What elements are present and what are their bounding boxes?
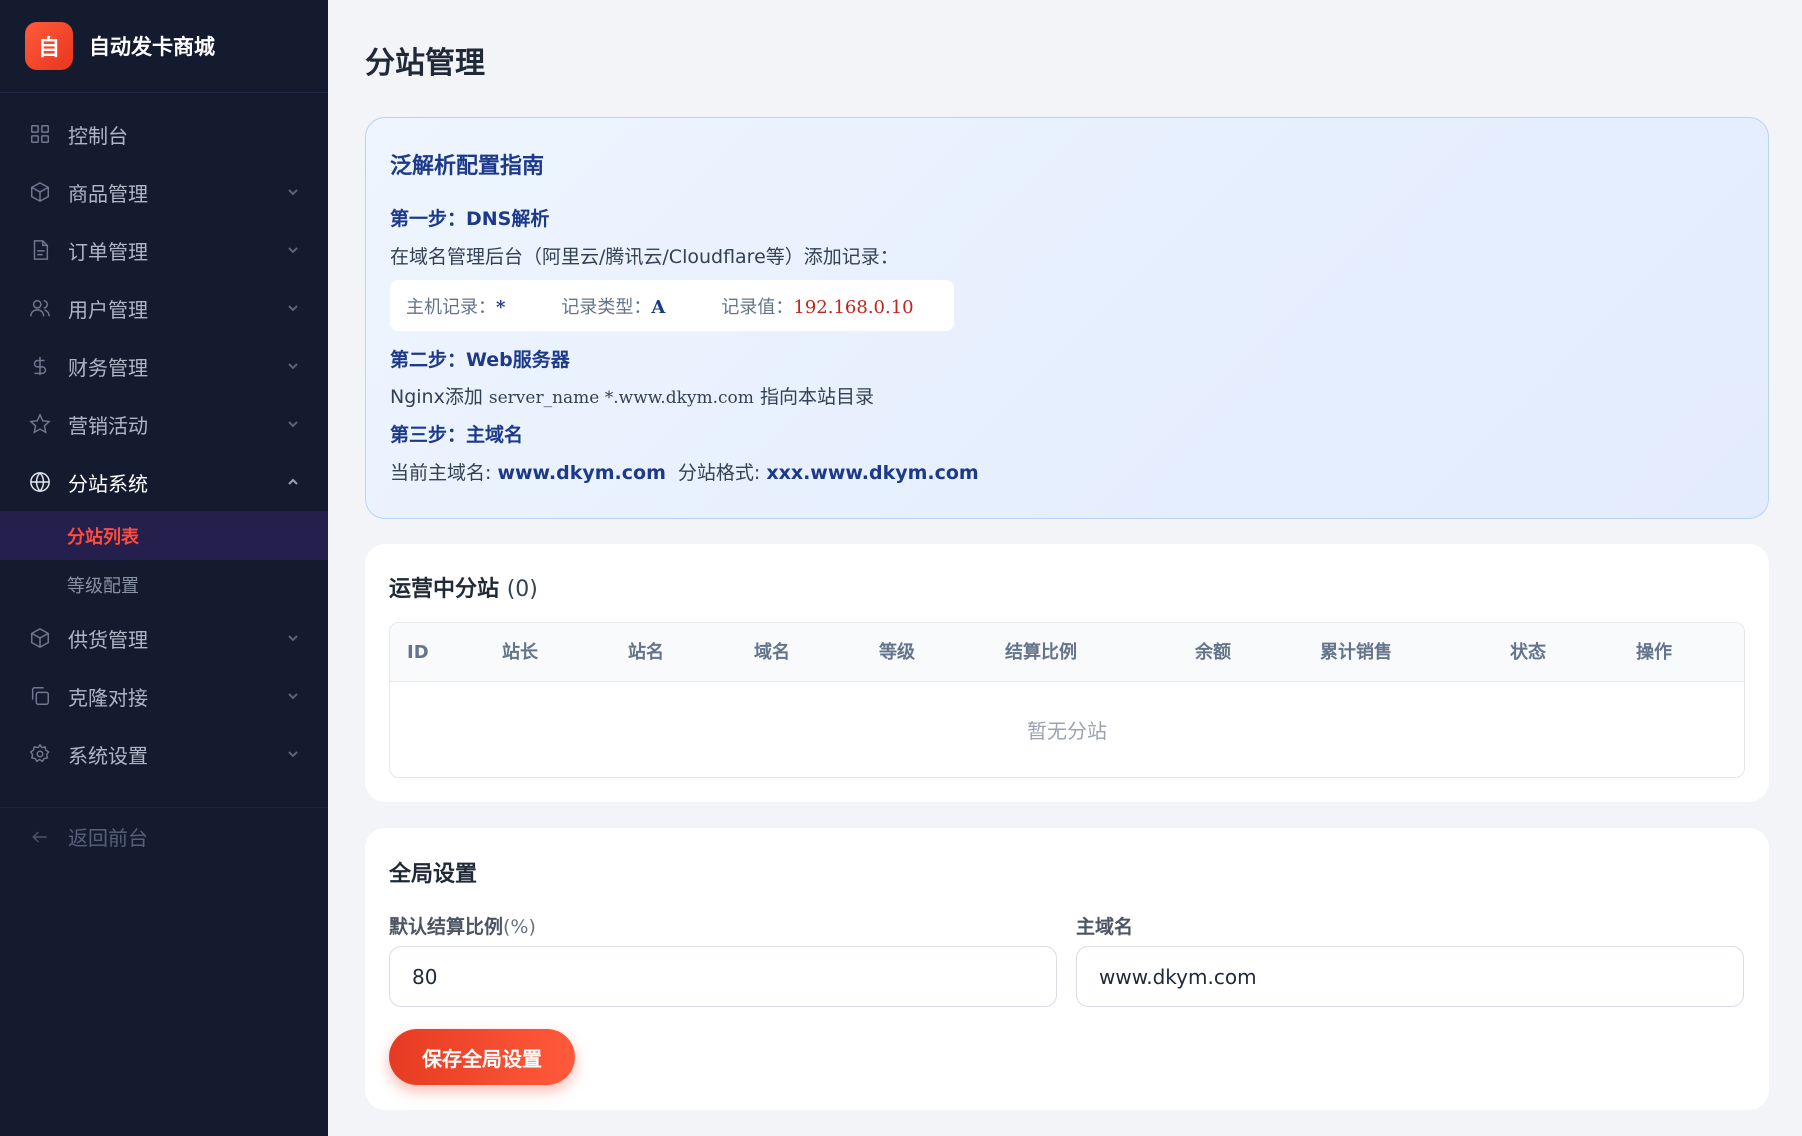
sidebar: 自 自动发卡商城 控制台 商品管理 订单管理 用户管理 财务管理 营销活动 分站… xyxy=(0,0,328,1136)
sidebar-item-substation[interactable]: 分站系统 xyxy=(0,453,328,511)
main-content: 分站管理 泛解析配置指南 第一步：DNS解析 在域名管理后台（阿里云/腾讯云/C… xyxy=(328,0,1802,1136)
chevron-down-icon xyxy=(286,359,300,373)
active-sites-card: 运营中分站 (0) ID 站长 站名 域名 等级 结算比例 余额 累计销售 状态… xyxy=(365,544,1769,802)
dashboard-icon xyxy=(28,122,52,146)
box-icon xyxy=(28,180,52,204)
sidebar-subitem-level-config[interactable]: 等级配置 xyxy=(0,560,328,609)
global-settings-title: 全局设置 xyxy=(389,862,478,887)
step2-text: Nginx添加 server_name *.www.dkym.com 指向本站目… xyxy=(390,386,874,408)
record-type-value: A xyxy=(651,296,666,318)
sites-table: ID 站长 站名 域名 等级 结算比例 余额 累计销售 状态 操作 暂无分站 xyxy=(389,622,1745,778)
column-header-actions: 操作 xyxy=(1636,642,1672,663)
step1-title: 第一步：DNS解析 xyxy=(390,208,550,230)
column-header-balance: 余额 xyxy=(1195,642,1231,663)
sidebar-item-label: 订单管理 xyxy=(68,239,148,264)
dns-record-box: 主机记录：* 记录类型：A 记录值：192.168.0.10 xyxy=(390,280,954,331)
active-sites-count: (0) xyxy=(506,577,538,602)
column-header-total-sales: 累计销售 xyxy=(1320,642,1392,663)
column-header-status: 状态 xyxy=(1510,642,1546,663)
main-domain-input[interactable] xyxy=(1076,946,1744,1007)
default-ratio-input[interactable] xyxy=(389,946,1057,1007)
record-value: 记录值：192.168.0.10 xyxy=(721,296,914,318)
globe-icon xyxy=(28,470,52,494)
main-domain-value: www.dkym.com xyxy=(497,462,666,484)
sidebar-item-products[interactable]: 商品管理 xyxy=(0,163,328,221)
step3-title: 第三步：主域名 xyxy=(390,424,524,446)
box-icon xyxy=(28,626,52,650)
brand-logo: 自 xyxy=(25,22,73,70)
sidebar-item-label: 控制台 xyxy=(68,123,128,148)
guide-title: 泛解析配置指南 xyxy=(390,154,545,179)
sidebar-item-dashboard[interactable]: 控制台 xyxy=(0,105,328,163)
column-header-settlement-ratio: 结算比例 xyxy=(1005,642,1077,663)
chevron-down-icon xyxy=(286,747,300,761)
chevron-down-icon xyxy=(286,185,300,199)
sidebar-item-clone[interactable]: 克隆对接 xyxy=(0,667,328,725)
nginx-server-name-code: server_name *.www.dkym.com xyxy=(488,388,754,408)
active-sites-title: 运营中分站 (0) xyxy=(389,577,538,602)
sidebar-item-supply[interactable]: 供货管理 xyxy=(0,609,328,667)
save-global-settings-button[interactable]: 保存全局设置 xyxy=(389,1029,575,1085)
sidebar-item-label: 用户管理 xyxy=(68,297,148,322)
column-header-owner: 站长 xyxy=(502,642,538,663)
sidebar-subitem-site-list[interactable]: 分站列表 xyxy=(0,511,328,560)
sidebar-item-label: 财务管理 xyxy=(68,355,148,380)
chevron-down-icon xyxy=(286,243,300,257)
sidebar-item-marketing[interactable]: 营销活动 xyxy=(0,395,328,453)
brand-name: 自动发卡商城 xyxy=(89,35,215,59)
host-record: 主机记录：* xyxy=(406,296,506,318)
brand[interactable]: 自 自动发卡商城 xyxy=(0,0,328,93)
document-icon xyxy=(28,238,52,262)
empty-state: 暂无分站 xyxy=(1027,719,1107,743)
record-value-ip: 192.168.0.10 xyxy=(793,296,914,318)
record-type: 记录类型：A xyxy=(561,296,666,318)
sidebar-item-label: 营销活动 xyxy=(68,413,148,438)
wildcard-dns-guide: 泛解析配置指南 第一步：DNS解析 在域名管理后台（阿里云/腾讯云/Cloudf… xyxy=(365,117,1769,519)
sidebar-item-label: 克隆对接 xyxy=(68,685,148,710)
global-settings-card: 全局设置 默认结算比例(%) 主域名 保存全局设置 xyxy=(365,828,1769,1110)
chevron-down-icon xyxy=(286,689,300,703)
sidebar-item-finance[interactable]: 财务管理 xyxy=(0,337,328,395)
table-header: ID 站长 站名 域名 等级 结算比例 余额 累计销售 状态 操作 xyxy=(390,623,1744,682)
sidebar-item-label: 系统设置 xyxy=(68,743,148,768)
star-icon xyxy=(28,412,52,436)
sidebar-item-orders[interactable]: 订单管理 xyxy=(0,221,328,279)
sidebar-item-label: 分站系统 xyxy=(68,471,148,496)
step1-text: 在域名管理后台（阿里云/腾讯云/Cloudflare等）添加记录： xyxy=(390,246,899,268)
arrow-left-icon xyxy=(28,825,52,849)
copy-icon xyxy=(28,684,52,708)
sidebar-item-label: 供货管理 xyxy=(68,627,148,652)
sidebar-item-users[interactable]: 用户管理 xyxy=(0,279,328,337)
column-header-domain: 域名 xyxy=(754,642,790,663)
host-record-value: * xyxy=(496,296,506,318)
chevron-down-icon xyxy=(286,417,300,431)
step2-title: 第二步：Web服务器 xyxy=(390,349,570,371)
gear-icon xyxy=(28,742,52,766)
chevron-up-icon xyxy=(286,475,300,489)
page-title: 分站管理 xyxy=(365,46,485,81)
sidebar-item-label: 商品管理 xyxy=(68,181,148,206)
column-header-level: 等级 xyxy=(879,642,915,663)
users-icon xyxy=(28,296,52,320)
step3-text: 当前主域名: www.dkym.com 分站格式: xxx.www.dkym.co… xyxy=(390,462,979,484)
back-to-frontend-link[interactable]: 返回前台 xyxy=(0,807,328,865)
dollar-icon xyxy=(28,354,52,378)
column-header-site-name: 站名 xyxy=(628,642,664,663)
sidebar-item-settings[interactable]: 系统设置 xyxy=(0,725,328,783)
substation-format-value: xxx.www.dkym.com xyxy=(766,462,979,484)
sidebar-nav: 控制台 商品管理 订单管理 用户管理 财务管理 营销活动 分站系统 分站列表 等… xyxy=(0,93,328,783)
back-label: 返回前台 xyxy=(68,826,148,850)
chevron-down-icon xyxy=(286,301,300,315)
chevron-down-icon xyxy=(286,631,300,645)
ratio-label: 默认结算比例(%) xyxy=(389,916,536,938)
column-header-id: ID xyxy=(407,642,429,663)
main-domain-label: 主域名 xyxy=(1076,916,1134,938)
